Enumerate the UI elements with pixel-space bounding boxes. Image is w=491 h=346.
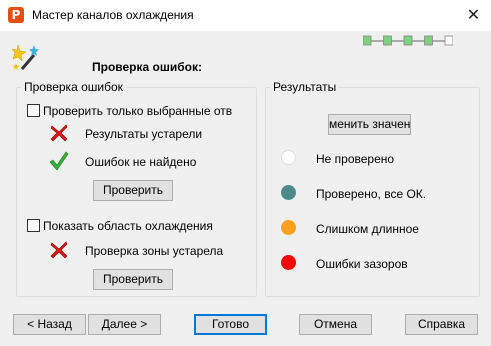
red-x-icon [50, 124, 68, 142]
legend-label-too-long: Слишком длинное [316, 222, 419, 236]
change-values-button[interactable]: менить значен [328, 114, 411, 135]
results-outdated-text: Результаты устарели [85, 127, 203, 141]
page-heading: Проверка ошибок: [92, 60, 202, 74]
legend-label-unchecked: Не проверено [316, 152, 395, 166]
only-selected-checkbox[interactable] [27, 104, 40, 117]
app-logo-icon: P [8, 7, 24, 23]
close-button[interactable]: ✕ [456, 0, 491, 30]
window-title: Мастер каналов охлаждения [32, 8, 194, 22]
green-check-icon [49, 151, 69, 171]
help-button[interactable]: Справка [405, 314, 478, 335]
results-group-label: Результаты [270, 80, 340, 94]
zone-check-outdated-text: Проверка зоны устарела [85, 244, 224, 258]
progress-step-pending [444, 35, 453, 46]
progress-step-done [424, 35, 433, 46]
legend-label-clearance-errors: Ошибки зазоров [316, 257, 408, 271]
back-button[interactable]: < Назад [13, 314, 86, 335]
no-errors-text: Ошибок не найдено [85, 155, 197, 169]
wizard-progress-indicator [363, 35, 453, 46]
red-x-icon [50, 241, 68, 259]
legend-dot-unchecked [281, 150, 296, 165]
show-cooling-area-checkbox[interactable] [27, 219, 40, 232]
error-check-group-label: Проверка ошибок [21, 80, 126, 94]
legend-label-ok: Проверено, все ОК. [316, 187, 427, 201]
next-button[interactable]: Далее > [88, 314, 161, 335]
check-zone-button[interactable]: Проверить [93, 269, 173, 290]
wizard-wand-icon [12, 44, 39, 70]
show-cooling-area-label[interactable]: Показать область охлаждения [43, 219, 213, 233]
legend-dot-ok [281, 185, 296, 200]
app-logo-glyph: P [11, 8, 21, 22]
cancel-button[interactable]: Отмена [299, 314, 372, 335]
done-button[interactable]: Готово [194, 314, 267, 335]
legend-dot-too-long [281, 220, 296, 235]
legend-dot-clearance-errors [281, 255, 296, 270]
progress-step-done [383, 35, 392, 46]
progress-step-done [403, 35, 413, 46]
title-bar: P Мастер каналов охлаждения ✕ [0, 0, 491, 31]
check-button[interactable]: Проверить [93, 180, 173, 201]
only-selected-label[interactable]: Проверить только выбранные отв [43, 104, 232, 118]
progress-step-done [363, 35, 372, 46]
